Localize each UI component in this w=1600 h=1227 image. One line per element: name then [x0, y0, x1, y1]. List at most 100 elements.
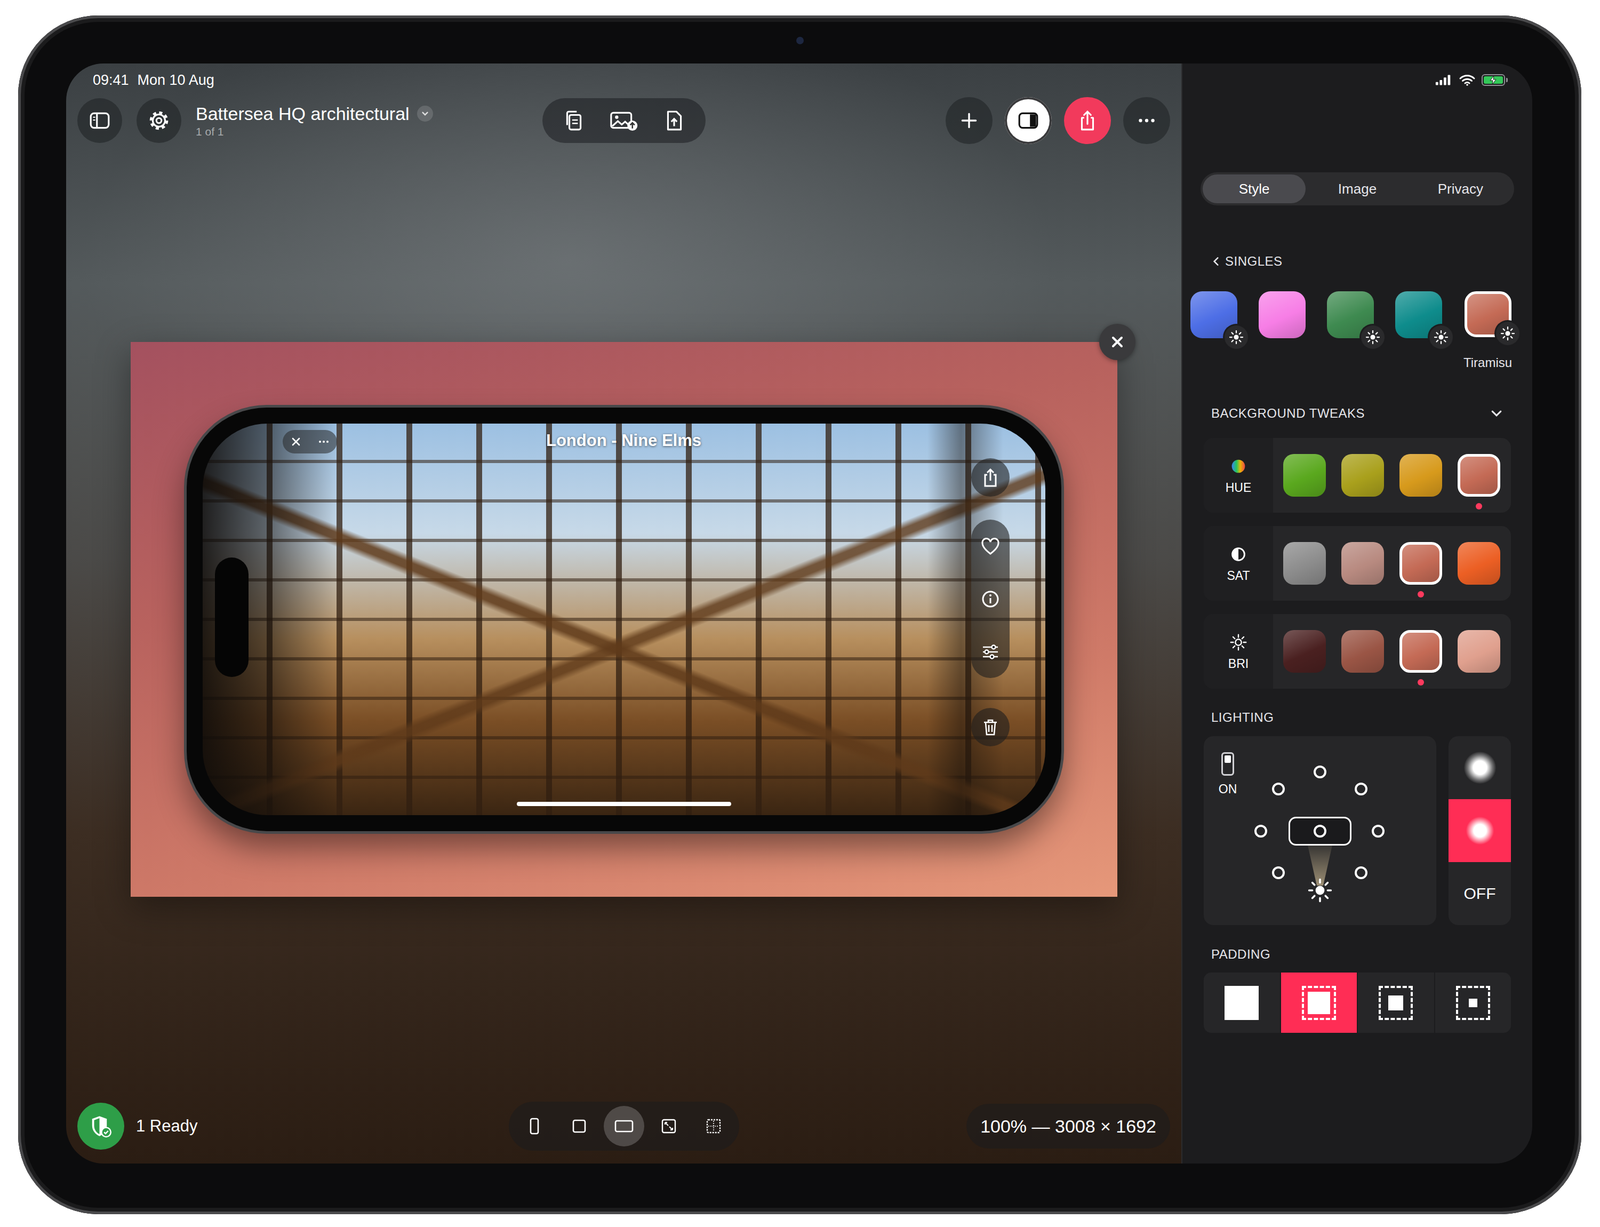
more-button[interactable]: [1123, 97, 1171, 144]
heart-icon[interactable]: [979, 535, 1002, 557]
adjustments-icon[interactable]: [979, 641, 1002, 663]
inspector-tab[interactable]: Privacy: [1409, 174, 1512, 204]
tweak-option[interactable]: [1399, 629, 1443, 673]
tweak-option[interactable]: [1341, 453, 1384, 497]
photo-side-controls: [971, 458, 1010, 747]
preset-swatch[interactable]: [1326, 291, 1374, 339]
tweak-options: [1273, 437, 1501, 513]
remove-screenshot-button[interactable]: [1099, 323, 1136, 360]
tweak-option[interactable]: [1283, 541, 1326, 585]
intensity-soft-button[interactable]: [1448, 736, 1511, 799]
landscape-icon: [613, 1115, 635, 1137]
share-icon: [1076, 109, 1099, 132]
portrait-mode-button[interactable]: [514, 1105, 555, 1147]
title-menu-chevron[interactable]: [417, 105, 434, 122]
padding-medium-button[interactable]: [1357, 972, 1435, 1033]
background-tweaks-header[interactable]: BACKGROUND TWEAKS: [1200, 402, 1515, 424]
status-time: 09:41: [92, 72, 130, 89]
inspector-button[interactable]: [1004, 97, 1052, 144]
inspector-tab[interactable]: Style: [1202, 174, 1306, 204]
add-button[interactable]: [945, 97, 993, 144]
preset-swatch[interactable]: [1190, 291, 1238, 339]
tweak-option[interactable]: [1457, 629, 1501, 673]
share-button[interactable]: [1064, 97, 1111, 144]
sidebar-toggle-button[interactable]: [77, 98, 123, 143]
padding-large-button[interactable]: [1435, 972, 1512, 1033]
preset-item[interactable]: Tiramisu: [1463, 291, 1512, 371]
light-position-center[interactable]: [1288, 816, 1352, 846]
preset-item[interactable]: [1190, 291, 1238, 371]
photo-delete-button[interactable]: [971, 707, 1010, 747]
lighting-toggle[interactable]: ON: [1214, 752, 1242, 797]
light-position-top-left[interactable]: [1272, 782, 1285, 796]
tweak-option[interactable]: [1283, 629, 1326, 673]
more-icon[interactable]: [315, 433, 332, 450]
inspector-panel: StyleImagePrivacy SINGLES Tiramisu BACKGROU…: [1181, 63, 1533, 1164]
inspector-tab[interactable]: Image: [1305, 174, 1409, 204]
tweak-option[interactable]: [1457, 541, 1501, 585]
chevron-down-icon: [1489, 406, 1504, 421]
light-position-bottom-right[interactable]: [1354, 866, 1368, 879]
tweak-swatch[interactable]: [1457, 541, 1501, 585]
preset-swatch[interactable]: [1395, 291, 1443, 339]
preset-item[interactable]: [1326, 291, 1374, 371]
tweak-option[interactable]: [1457, 453, 1501, 497]
photo-top-controls: [282, 429, 338, 454]
square-mode-button[interactable]: [558, 1105, 600, 1147]
preset-swatch[interactable]: [1464, 291, 1512, 338]
light-position-right[interactable]: [1371, 824, 1385, 838]
document-title-menu[interactable]: Battersea HQ architectural1 of 1: [195, 103, 434, 139]
zoom-size-readout[interactable]: 100% — 3008 × 1692: [966, 1103, 1171, 1149]
tweak-option[interactable]: [1399, 541, 1443, 585]
intensity-off-button[interactable]: OFF: [1448, 861, 1511, 925]
image-upload-icon: [609, 109, 639, 132]
preset-item[interactable]: [1395, 291, 1443, 371]
tweak-swatch[interactable]: [1341, 629, 1384, 673]
tweak-swatch[interactable]: [1457, 453, 1501, 497]
light-position-top-right[interactable]: [1354, 782, 1368, 796]
image-button[interactable]: [605, 101, 643, 140]
padding-header: PADDING: [1200, 943, 1515, 965]
light-position-left[interactable]: [1254, 824, 1268, 838]
tweak-option[interactable]: [1283, 453, 1326, 497]
padding-none-button[interactable]: [1203, 972, 1280, 1033]
tweak-swatch[interactable]: [1399, 541, 1443, 585]
tweak-option[interactable]: [1341, 629, 1384, 673]
status-date: Mon 10 Aug: [137, 72, 215, 89]
intensity-strong-button[interactable]: [1448, 798, 1511, 862]
tweak-option[interactable]: [1341, 541, 1384, 585]
tweak-swatch[interactable]: [1457, 629, 1501, 673]
privacy-status-badge[interactable]: [77, 1102, 125, 1150]
light-position-top[interactable]: [1313, 765, 1327, 779]
preset-item[interactable]: [1258, 291, 1306, 371]
selected-dot: [1417, 590, 1424, 598]
tweak-swatch[interactable]: [1283, 453, 1326, 497]
padding-small-button[interactable]: [1281, 972, 1358, 1033]
export-button[interactable]: [655, 101, 693, 140]
export-file-icon: [662, 109, 686, 132]
tweak-swatch[interactable]: [1341, 453, 1384, 497]
document-title: Battersea HQ architectural: [195, 103, 410, 125]
close-icon[interactable]: [288, 433, 304, 450]
tweak-swatch[interactable]: [1399, 629, 1443, 673]
settings-button[interactable]: [136, 98, 182, 143]
bri-row: BRI: [1203, 613, 1511, 689]
tweak-swatch[interactable]: [1283, 629, 1326, 673]
light-position-bottom-left[interactable]: [1272, 866, 1285, 879]
copy-button[interactable]: [555, 101, 593, 140]
tweak-swatch[interactable]: [1399, 453, 1443, 497]
fit-mode-button[interactable]: [648, 1105, 690, 1147]
grid-mode-button[interactable]: [693, 1105, 734, 1147]
section-title: LIGHTING: [1211, 709, 1274, 725]
landscape-mode-button[interactable]: [603, 1105, 645, 1147]
back-to-singles[interactable]: SINGLES: [1200, 250, 1515, 272]
tweak-label: HUE: [1203, 437, 1274, 513]
info-icon[interactable]: [979, 588, 1002, 610]
screenshot-card[interactable]: London - Nine Elms: [130, 341, 1118, 897]
tweak-swatch[interactable]: [1283, 541, 1326, 585]
preset-swatch[interactable]: [1258, 291, 1306, 339]
tweak-option[interactable]: [1399, 453, 1443, 497]
photo-share-button[interactable]: [971, 458, 1010, 497]
wifi-icon: [1458, 73, 1477, 87]
tweak-swatch[interactable]: [1341, 541, 1384, 585]
